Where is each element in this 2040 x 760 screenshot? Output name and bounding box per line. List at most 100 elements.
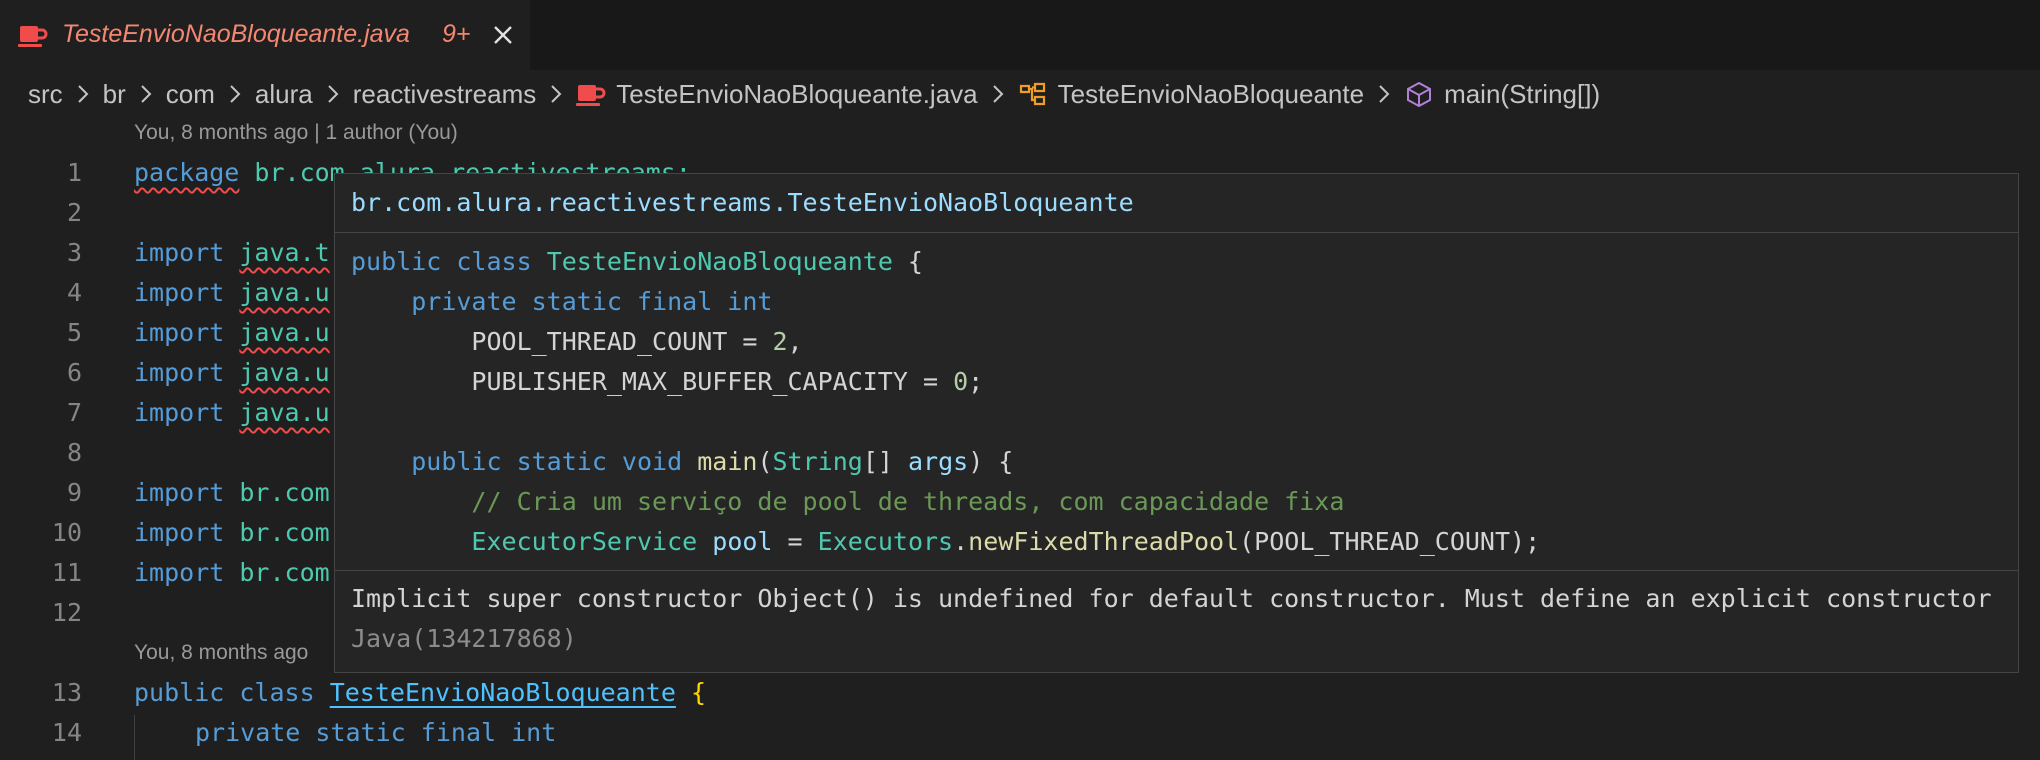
tab-title: TesteEnvioNaoBloqueante.java: [62, 20, 410, 48]
punctuation: (: [757, 447, 773, 476]
class-name: TesteEnvioNaoBloqueante: [546, 247, 893, 276]
line-number: 4: [66, 278, 82, 307]
keyword: import: [134, 238, 225, 267]
chevron-right-icon: [328, 85, 339, 103]
line-number: 2: [66, 198, 82, 227]
java-cup-icon: [576, 85, 606, 106]
line-number: 6: [66, 358, 82, 387]
line-number: 11: [51, 558, 82, 587]
import-path: br.com: [239, 518, 330, 547]
problem-count-badge: 9+: [442, 20, 471, 48]
breadcrumb-item-class[interactable]: TesteEnvioNaoBloqueante: [1058, 79, 1364, 110]
hover-code-snippet: public class TesteEnvioNaoBloqueante { p…: [351, 242, 1540, 562]
chevron-right-icon: [551, 85, 562, 103]
codelens-authors[interactable]: You, 8 months ago | 1 author (You): [134, 121, 458, 145]
code-text[interactable]: import java.u: [134, 393, 330, 433]
class-name: Executors: [817, 527, 954, 556]
code-text[interactable]: import java.u: [134, 273, 330, 313]
operator: =: [727, 327, 773, 356]
method-cube-icon: [1407, 81, 1432, 108]
breadcrumb-item-alura[interactable]: alura: [255, 79, 313, 110]
keyword: class: [239, 678, 315, 707]
problem-source: Java(134217868): [351, 624, 577, 653]
import-path: java.u: [239, 318, 330, 347]
number: 2: [772, 327, 788, 356]
code-text[interactable]: import java.u: [134, 313, 330, 353]
breadcrumb-item-br[interactable]: br: [103, 79, 126, 110]
keyword: private static final int: [411, 287, 773, 316]
breadcrumb-item-method[interactable]: main(String[]): [1444, 79, 1600, 110]
code-text[interactable]: private static final int: [195, 713, 556, 753]
chevron-right-icon: [1379, 85, 1390, 103]
keyword: import: [134, 558, 225, 587]
keyword: import: [134, 318, 225, 347]
hover-title: br.com.alura.reactivestreams.TesteEnvioN…: [351, 188, 1134, 217]
code-text[interactable]: import java.t: [134, 233, 330, 273]
keyword: private: [195, 718, 301, 747]
line-number: 12: [51, 598, 82, 627]
keyword: int: [511, 718, 557, 747]
chevron-right-icon: [230, 85, 241, 103]
method-name: newFixedThreadPool: [968, 527, 1240, 556]
import-path: java.u: [239, 398, 330, 427]
comment: // Cria um serviço de pool de threads, c…: [471, 487, 1345, 516]
tab-bar: TesteEnvioNaoBloqueante.java 9+: [0, 0, 2040, 70]
method-name: main: [697, 447, 758, 476]
line-number: 5: [66, 318, 82, 347]
keyword: public: [134, 678, 225, 707]
keyword: static: [315, 718, 406, 747]
line-number: 9: [66, 478, 82, 507]
punctuation: []: [862, 447, 908, 476]
code-text[interactable]: import br.com: [134, 513, 330, 553]
editor-tab[interactable]: TesteEnvioNaoBloqueante.java 9+: [0, 0, 530, 70]
parameter: args: [907, 447, 969, 476]
class-symbol-icon: [1019, 82, 1045, 106]
import-path: java.u: [239, 278, 330, 307]
code-text[interactable]: import br.com: [134, 553, 330, 593]
keyword: import: [134, 398, 225, 427]
keyword: import: [134, 358, 225, 387]
keyword: import: [134, 478, 225, 507]
class-name: String: [772, 447, 863, 476]
keyword: package: [134, 158, 240, 187]
constant-name: POOL_THREAD_COUNT: [471, 327, 728, 356]
code-text[interactable]: import java.u: [134, 353, 330, 393]
import-path: java.t: [239, 238, 330, 267]
code-text[interactable]: public class TesteEnvioNaoBloqueante {: [134, 673, 706, 713]
number: 0: [953, 367, 969, 396]
keyword: public static void: [411, 447, 683, 476]
keyword: import: [134, 518, 225, 547]
line-number: 7: [66, 398, 82, 427]
keyword: public class: [351, 247, 532, 276]
breadcrumb-item-src[interactable]: src: [28, 79, 63, 110]
hover-popup[interactable]: br.com.alura.reactivestreams.TesteEnvioN…: [334, 173, 2019, 673]
brace: {: [690, 678, 707, 707]
punctuation: .: [953, 527, 969, 556]
breadcrumb-item-file[interactable]: TesteEnvioNaoBloqueante.java: [616, 79, 977, 110]
line-number: 8: [66, 438, 82, 467]
class-name[interactable]: TesteEnvioNaoBloqueante: [330, 678, 676, 707]
codelens-class[interactable]: You, 8 months ago: [134, 641, 308, 665]
import-path: java.u: [239, 358, 330, 387]
import-path: br.com: [239, 558, 330, 587]
line-number: 14: [51, 718, 82, 747]
punctuation: {: [892, 247, 923, 276]
code-line: 13 public class TesteEnvioNaoBloqueante …: [0, 673, 2040, 713]
chevron-right-icon: [992, 85, 1004, 103]
punctuation: ;: [968, 367, 984, 396]
problem-message: Implicit super constructor Object() is u…: [351, 579, 2001, 659]
keyword: final: [420, 718, 497, 747]
divider: [335, 570, 2018, 571]
code-text[interactable]: import br.com: [134, 473, 330, 513]
argument: (POOL_THREAD_COUNT);: [1239, 527, 1541, 556]
line-number: 1: [66, 158, 82, 187]
code-line: 14 private static final int: [0, 713, 2040, 753]
constant-name: PUBLISHER_MAX_BUFFER_CAPACITY: [471, 367, 908, 396]
breadcrumb-item-reactivestreams[interactable]: reactivestreams: [353, 79, 537, 110]
close-icon[interactable]: [489, 21, 517, 49]
variable: pool: [712, 527, 773, 556]
line-number: 3: [66, 238, 82, 267]
breadcrumb: src br com alura reactivestreams TesteEn…: [28, 74, 1600, 114]
class-name: ExecutorService: [471, 527, 698, 556]
breadcrumb-item-com[interactable]: com: [166, 79, 215, 110]
